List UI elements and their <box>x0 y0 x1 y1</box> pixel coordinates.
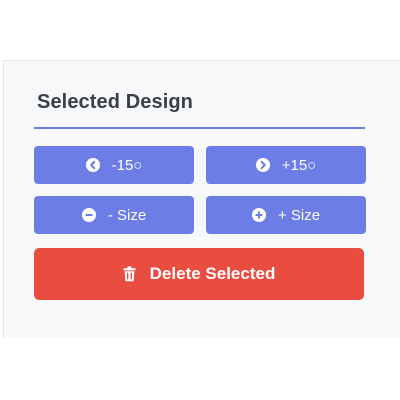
chevron-left-circle-icon <box>85 158 100 172</box>
delete-selected-button[interactable]: Delete Selected <box>34 248 364 300</box>
size-down-button[interactable]: - Size <box>34 196 194 234</box>
plus-circle-icon <box>251 208 266 222</box>
size-up-label: + Size <box>277 206 321 224</box>
rotate-right-label: +15○ <box>281 156 317 174</box>
delete-selected-label: Delete Selected <box>149 264 276 283</box>
panel-title: Selected Design <box>37 91 194 113</box>
minus-circle-icon <box>81 208 96 222</box>
title-divider <box>34 127 365 129</box>
size-down-label: - Size <box>107 206 147 224</box>
rotate-right-button[interactable]: +15○ <box>206 146 366 184</box>
size-up-button[interactable]: + Size <box>206 196 366 234</box>
selected-design-panel: Selected Design -15○ +15○ - Size + Size … <box>3 60 400 338</box>
trash-icon <box>123 266 136 282</box>
rotate-left-label: -15○ <box>111 156 143 174</box>
chevron-right-circle-icon <box>255 158 270 172</box>
rotate-left-button[interactable]: -15○ <box>34 146 194 184</box>
